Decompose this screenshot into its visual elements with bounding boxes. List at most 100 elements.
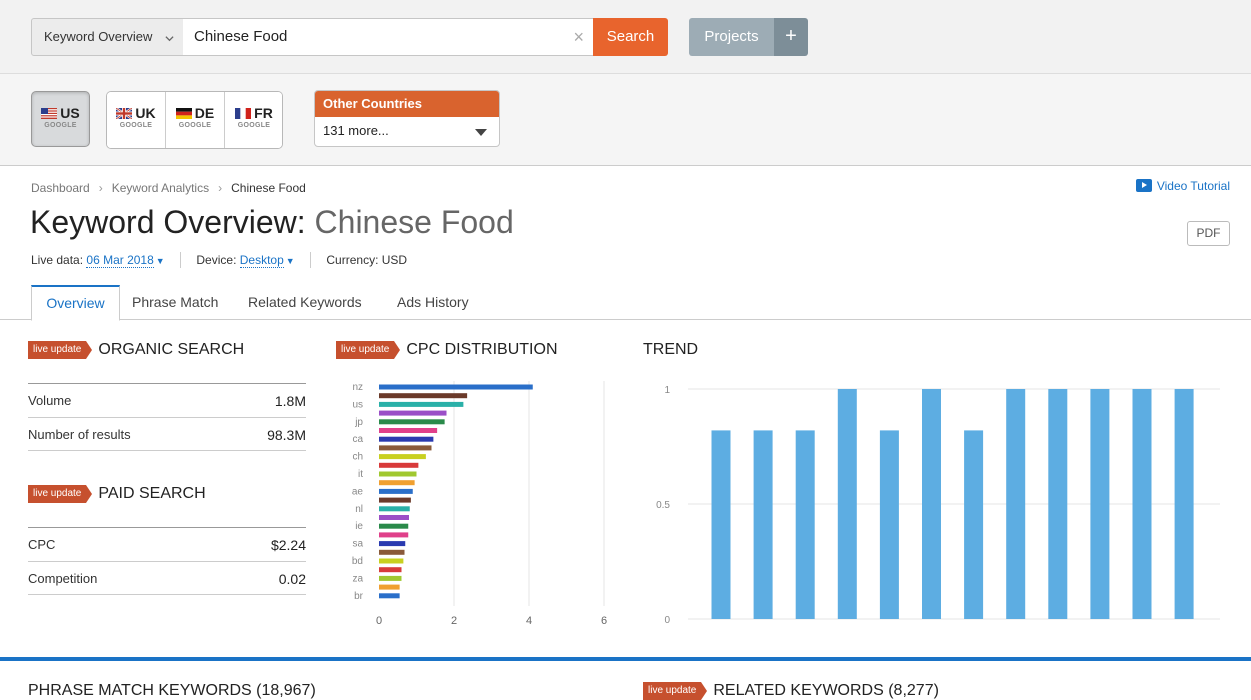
page-title-prefix: Keyword Overview: [30, 204, 306, 240]
tab-bar: Overview Phrase Match Related Keywords A… [0, 285, 1251, 321]
trend-bar [1132, 389, 1152, 619]
trend-bar [1006, 389, 1026, 619]
table-row: Number of results 98.3M [28, 417, 306, 451]
search-button[interactable]: Search [593, 18, 668, 56]
cpc-bar [379, 549, 405, 555]
category-label: ae [352, 486, 364, 497]
cpc-bar [379, 541, 406, 547]
cpc-bar [379, 384, 533, 390]
live-update-badge: live update [28, 341, 93, 359]
x-tick-label: 2 [451, 615, 457, 627]
caret-down-icon [475, 129, 487, 136]
other-countries-select[interactable]: 131 more... [315, 117, 499, 146]
category-label: it [358, 469, 363, 480]
chevron-down-icon: ▼ [155, 256, 165, 266]
breadcrumb: Dashboard › Keyword Analytics › Chinese Food [31, 181, 306, 195]
organic-search-table: Volume 1.8M Number of results 98.3M [28, 383, 306, 451]
country-bar: US GOOGLE UK GOOGLE DE GOOGLE FR GOOGLE … [0, 74, 1251, 166]
video-tutorial-label: Video Tutorial [1156, 179, 1230, 193]
category-label: bd [352, 556, 363, 567]
related-keywords-title: live update RELATED KEYWORDS (8,277) [643, 682, 939, 700]
category-label: ca [352, 434, 363, 445]
stat-value: 1.8M [274, 393, 306, 409]
cpc-bar [379, 584, 400, 590]
cpc-bar [379, 436, 434, 442]
stat-value: 0.02 [278, 571, 306, 587]
clear-icon[interactable]: × [573, 28, 584, 46]
tab-related-keywords[interactable]: Related Keywords [248, 285, 362, 320]
x-tick-label: 6 [601, 615, 607, 627]
database-select[interactable]: Keyword Overview [31, 18, 184, 56]
cpc-bar [379, 454, 426, 460]
category-label: br [354, 591, 364, 602]
trend-bar [795, 430, 815, 619]
breadcrumb-current: Chinese Food [231, 181, 306, 195]
currency-label: Currency: USD [326, 253, 408, 267]
category-label: ie [355, 521, 363, 532]
paid-search-heading: PAID SEARCH [98, 485, 206, 502]
category-label: us [352, 399, 363, 410]
country-uk-button[interactable]: UK GOOGLE [107, 92, 165, 148]
stat-value: $2.24 [270, 537, 306, 553]
cpc-bar [379, 497, 411, 503]
pdf-button[interactable]: PDF [1187, 221, 1230, 246]
tab-overview[interactable]: Overview [31, 285, 120, 321]
chevron-right-icon: › [218, 181, 223, 195]
country-us-button[interactable]: US GOOGLE [31, 91, 90, 147]
country-code: FR [254, 105, 273, 121]
cpc-bar [379, 471, 417, 477]
other-countries-title: Other Countries [315, 91, 499, 117]
cpc-bar [379, 480, 415, 486]
category-label: jp [354, 417, 363, 428]
live-data-label: Live data: [31, 253, 84, 267]
other-countries-dropdown[interactable]: Other Countries 131 more... [314, 90, 500, 147]
stat-label: Number of results [28, 427, 131, 442]
cpc-bar [379, 593, 400, 599]
table-row: CPC $2.24 [28, 527, 306, 561]
engine-label: GOOGLE [237, 122, 271, 129]
cpc-bar [379, 575, 402, 581]
tab-ads-history[interactable]: Ads History [397, 285, 469, 320]
live-date-select[interactable]: 06 Mar 2018 [86, 253, 154, 268]
country-fr-button[interactable]: FR GOOGLE [224, 92, 282, 148]
fr-flag-icon [235, 108, 252, 119]
y-tick-label: 0 [664, 615, 670, 626]
paid-search-title: live update PAID SEARCH [28, 485, 206, 503]
breadcrumb-keyword-analytics[interactable]: Keyword Analytics [112, 181, 209, 195]
tab-phrase-match[interactable]: Phrase Match [132, 285, 218, 320]
engine-label: GOOGLE [178, 122, 212, 129]
device-select[interactable]: Desktop [239, 253, 284, 268]
trend-title: TREND [643, 341, 699, 358]
cpc-bar [379, 410, 447, 416]
cpc-distribution-chart: 0 2 4 6 nz us jp ca ch it ae nl ie sa bd za br [352, 381, 607, 627]
video-tutorial-link[interactable]: Video Tutorial [1135, 179, 1230, 193]
live-update-badge: live update [28, 485, 93, 503]
breadcrumb-dashboard[interactable]: Dashboard [31, 181, 90, 195]
chevron-down-icon: ▼ [285, 256, 295, 266]
country-code: UK [135, 105, 156, 121]
page-title-keyword: Chinese Food [314, 204, 514, 240]
country-code: US [60, 105, 80, 121]
stat-value: 98.3M [267, 427, 306, 443]
cpc-distribution-title: live update CPC DISTRIBUTION [336, 341, 558, 359]
projects-button[interactable]: Projects [689, 18, 774, 56]
database-select-label: Keyword Overview [44, 29, 153, 44]
y-tick-label: 1 [664, 385, 670, 396]
trend-bar [1090, 389, 1110, 619]
cpc-bar [379, 393, 468, 399]
cpc-bar [379, 515, 409, 520]
x-tick-label: 0 [376, 615, 382, 627]
trend-bar [711, 430, 731, 619]
trend-bar [1174, 389, 1194, 619]
search-input[interactable]: Chinese Food × [183, 18, 594, 56]
country-de-button[interactable]: DE GOOGLE [165, 92, 224, 148]
trend-bar [879, 430, 899, 619]
section-divider [0, 657, 1251, 661]
y-tick-label: 0.5 [656, 500, 670, 511]
related-keywords-heading: RELATED KEYWORDS (8,277) [713, 682, 939, 699]
cpc-bar [379, 558, 404, 564]
country-group: UK GOOGLE DE GOOGLE FR GOOGLE [106, 91, 283, 149]
cpc-bar [379, 532, 409, 538]
add-project-button[interactable]: + [774, 18, 808, 56]
cpc-bar [379, 523, 409, 529]
